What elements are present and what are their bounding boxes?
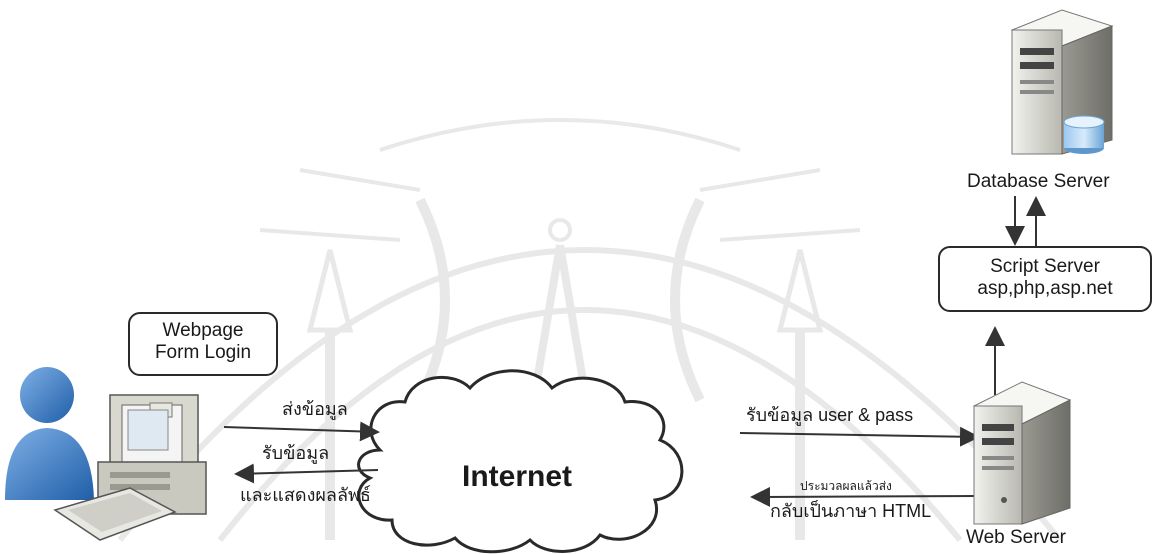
form-box-line1: Webpage [162,320,244,341]
web-server-label: Web Server [966,527,1066,548]
return-html-label-1: ประมวลผลแล้วส่ง [800,479,892,493]
return-html-label-2: กลับเป็นภาษา HTML [770,501,932,521]
script-server-box: Script Server asp,php,asp.net [938,246,1152,312]
internet-label: Internet [462,460,573,493]
form-box-line2: Form Login [154,341,252,363]
database-server-label: Database Server [967,171,1110,192]
receive-data-arrow [234,463,379,484]
database-server-icon [1010,9,1114,155]
user-icon [5,367,94,500]
script-server-line2: asp,php,asp.net [977,277,1113,299]
receive-data-label-1: รับข้อมูล [262,443,330,463]
return-html-arrow [750,486,979,507]
script-server-line1: Script Server [990,256,1100,277]
receive-data-label-2: และแสดงผลลัพธ์ [240,485,371,505]
receive-user-pass-label: รับข้อมูล user & pass [746,405,914,425]
webpage-form-login-box: Webpage Form Login [128,312,278,376]
send-data-label: ส่งข้อมูล [282,399,348,419]
diagram-canvas: Webpage Form Login Script Server asp,php… [0,0,1169,554]
send-data-arrow [223,421,380,442]
web-server-icon [972,381,1072,525]
